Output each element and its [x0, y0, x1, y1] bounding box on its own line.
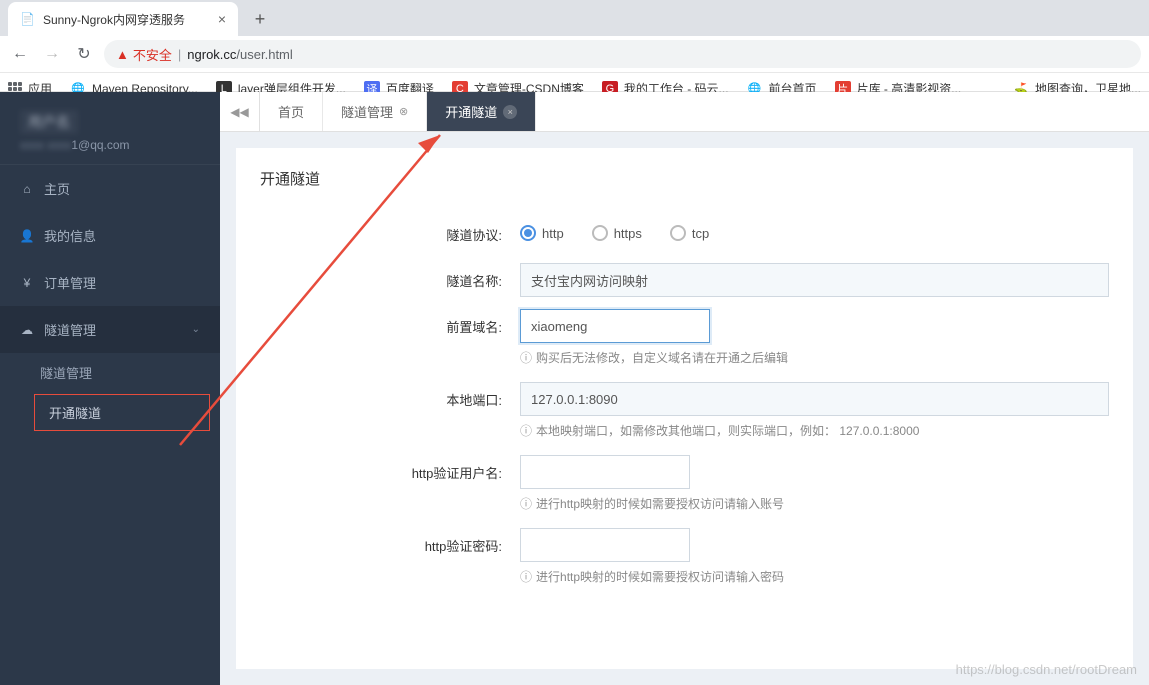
- content-tabs: ◀◀ 首页 隧道管理⊗ 开通隧道×: [220, 92, 1149, 132]
- form-title: 开通隧道: [260, 168, 1109, 189]
- tab-title: Sunny-Ngrok内网穿透服务: [43, 11, 185, 28]
- label-auth-user: http验证用户名:: [260, 455, 520, 482]
- info-icon: ⓘ: [520, 349, 532, 366]
- input-auth-user[interactable]: [520, 455, 690, 489]
- sub-item-tunnel-manage[interactable]: 隧道管理: [20, 353, 220, 392]
- yen-icon: ¥: [20, 276, 34, 290]
- radio-icon: [670, 225, 686, 241]
- sub-item-tunnel-open[interactable]: 开通隧道: [34, 394, 210, 431]
- label-name: 隧道名称:: [260, 263, 520, 290]
- sidebar-item-tunnels[interactable]: ☁ 隧道管理 ⌄: [0, 306, 220, 353]
- browser-tab[interactable]: 📄 Sunny-Ngrok内网穿透服务 ×: [8, 2, 238, 36]
- radio-https[interactable]: https: [592, 225, 642, 241]
- radio-tcp[interactable]: tcp: [670, 225, 709, 241]
- sidebar-item-profile[interactable]: 👤 我的信息: [0, 212, 220, 259]
- tab-tunnel-manage[interactable]: 隧道管理⊗: [323, 92, 427, 131]
- tab-tunnel-open[interactable]: 开通隧道×: [427, 92, 536, 131]
- content-area: ◀◀ 首页 隧道管理⊗ 开通隧道× 开通隧道 隧道协议: http https …: [220, 92, 1149, 685]
- tab-home[interactable]: 首页: [260, 92, 323, 131]
- cloud-icon: ☁: [20, 323, 34, 337]
- chevron-down-icon: ⌄: [192, 324, 200, 335]
- sub-menu: 隧道管理 开通隧道: [0, 353, 220, 433]
- close-icon[interactable]: ×: [218, 11, 226, 27]
- sidebar: 用户名 xxxx xxxx1@qq.com ⌂ 主页 👤 我的信息 ¥ 订单管理…: [0, 92, 220, 685]
- close-icon[interactable]: ⊗: [399, 105, 408, 118]
- security-warning: ▲ 不安全: [116, 45, 172, 64]
- label-port: 本地端口:: [260, 382, 520, 409]
- user-icon: 👤: [20, 229, 34, 243]
- help-domain: ⓘ购买后无法修改，自定义域名请在开通之后编辑: [520, 349, 1109, 366]
- new-tab-button[interactable]: +: [246, 5, 274, 33]
- reload-button[interactable]: ↻: [72, 42, 96, 66]
- user-email: xxxx xxxx1@qq.com: [20, 138, 200, 152]
- warning-icon: ▲: [116, 47, 129, 62]
- info-icon: ⓘ: [520, 568, 532, 585]
- page-icon: 📄: [20, 12, 35, 26]
- nav-bar: ← → ↻ ▲ 不安全 | ngrok.cc/user.html: [0, 36, 1149, 72]
- input-auth-pass[interactable]: [520, 528, 690, 562]
- close-icon[interactable]: ×: [503, 105, 517, 119]
- input-port[interactable]: [520, 382, 1109, 416]
- info-icon: ⓘ: [520, 422, 532, 439]
- input-tunnel-name[interactable]: [520, 263, 1109, 297]
- sidebar-item-orders[interactable]: ¥ 订单管理: [0, 259, 220, 306]
- label-domain: 前置域名:: [260, 309, 520, 336]
- url-text: ngrok.cc/user.html: [187, 47, 293, 62]
- user-name: 用户名: [20, 110, 78, 134]
- sidebar-item-home[interactable]: ⌂ 主页: [0, 165, 220, 212]
- form-panel: 开通隧道 隧道协议: http https tcp 隧道名称: 前置域名: ⓘ购…: [236, 148, 1133, 669]
- radio-http[interactable]: http: [520, 225, 564, 241]
- back-button[interactable]: ←: [8, 42, 32, 66]
- radio-icon: [592, 225, 608, 241]
- user-info: 用户名 xxxx xxxx1@qq.com: [0, 92, 220, 165]
- help-port: ⓘ本地映射端口，如需修改其他端口，则实际端口，例如： 127.0.0.1:800…: [520, 422, 1109, 439]
- label-auth-pass: http验证密码:: [260, 528, 520, 555]
- info-icon: ⓘ: [520, 495, 532, 512]
- label-protocol: 隧道协议:: [260, 217, 520, 244]
- browser-tab-bar: 📄 Sunny-Ngrok内网穿透服务 × +: [0, 0, 1149, 36]
- forward-button[interactable]: →: [40, 42, 64, 66]
- home-icon: ⌂: [20, 182, 34, 196]
- help-auth-user: ⓘ进行http映射的时候如需要授权访问请输入账号: [520, 495, 1109, 512]
- radio-icon: [520, 225, 536, 241]
- collapse-sidebar-button[interactable]: ◀◀: [220, 92, 260, 131]
- input-domain[interactable]: [520, 309, 710, 343]
- watermark: https://blog.csdn.net/rootDream: [956, 662, 1137, 677]
- help-auth-pass: ⓘ进行http映射的时候如需要授权访问请输入密码: [520, 568, 1109, 585]
- url-bar[interactable]: ▲ 不安全 | ngrok.cc/user.html: [104, 40, 1141, 68]
